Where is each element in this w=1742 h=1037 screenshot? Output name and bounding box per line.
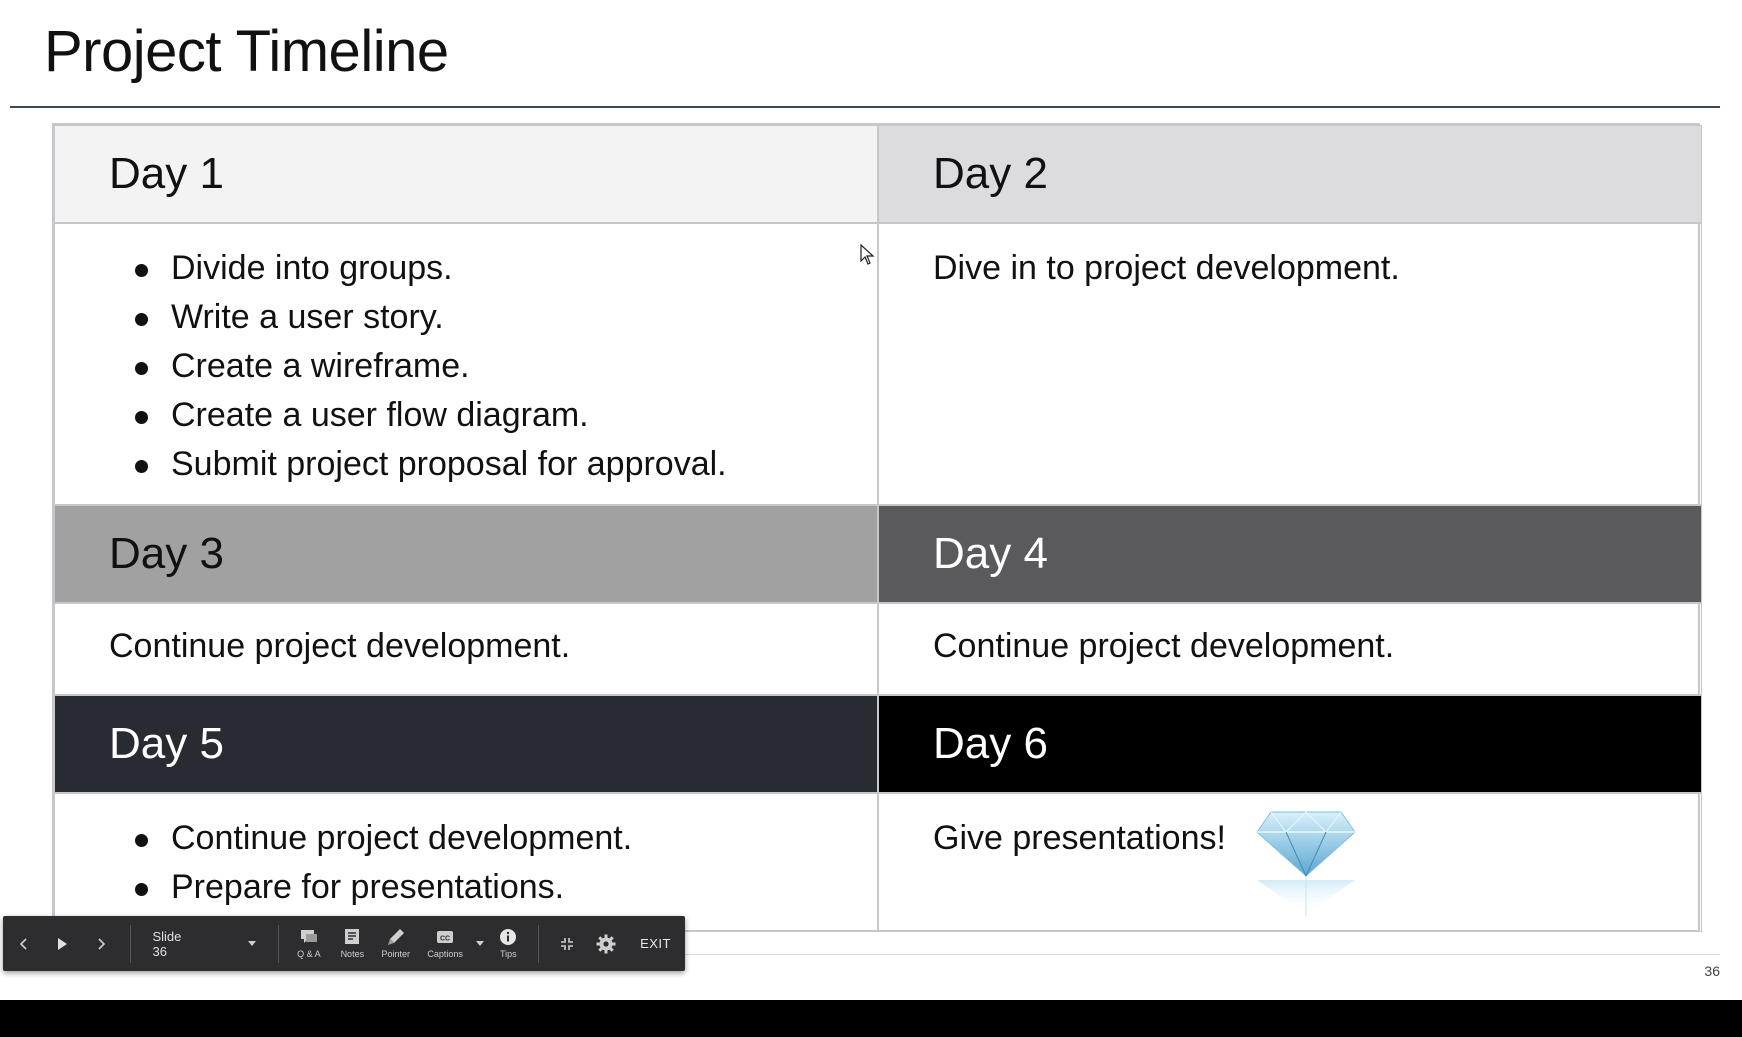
list-item: Create a user flow diagram.: [135, 391, 877, 440]
day-1-heading: Day 1: [109, 149, 224, 198]
title-divider: [10, 106, 1720, 108]
list-item: Continue project development.: [135, 814, 877, 863]
day-5-bullet-list: Continue project development. Prepare fo…: [55, 794, 877, 912]
qa-label: Q & A: [297, 949, 321, 959]
day-5-body: Continue project development. Prepare fo…: [54, 793, 878, 932]
day-4-header: Day 4: [878, 505, 1702, 603]
day-6-heading: Day 6: [933, 719, 1048, 768]
day-1-body: Divide into groups. Write a user story. …: [54, 223, 878, 505]
notes-label: Notes: [340, 949, 365, 959]
tips-button[interactable]: Tips: [487, 916, 530, 971]
toolbar-separator: [538, 924, 540, 963]
previous-slide-button[interactable]: [3, 916, 43, 971]
presenter-toolbar: Slide 36 Q & A Notes Pointer CC Captions…: [3, 916, 685, 971]
info-icon: [500, 929, 517, 945]
exit-button[interactable]: EXIT: [626, 916, 685, 971]
captions-icon: CC: [437, 931, 454, 943]
play-icon: [58, 937, 68, 950]
svg-text:CC: CC: [440, 936, 450, 943]
chevron-left-icon: [19, 937, 27, 950]
slide-page-number: 36: [1704, 963, 1720, 979]
day-2-header: Day 2: [878, 125, 1702, 223]
list-item: Write a user story.: [135, 293, 877, 342]
tips-label: Tips: [500, 949, 517, 959]
laser-pointer-icon: [387, 929, 404, 945]
list-item: Create a wireframe.: [135, 342, 877, 391]
day-6-body: Give presentations!: [878, 793, 1702, 932]
day-1-bullet-list: Divide into groups. Write a user story. …: [55, 224, 877, 489]
collapse-icon: [560, 937, 573, 950]
chat-bubble-icon: [300, 930, 317, 943]
chevron-down-icon: [475, 941, 484, 946]
captions-button[interactable]: CC Captions: [418, 916, 473, 971]
letterbox-bar: [0, 1000, 1742, 1037]
day-6-header: Day 6: [878, 695, 1702, 793]
diamond-icon: [1256, 811, 1356, 916]
day-1-header: Day 1: [54, 125, 878, 223]
gear-icon: [596, 934, 616, 953]
qa-button[interactable]: Q & A: [287, 916, 330, 971]
day-5-header: Day 5: [54, 695, 878, 793]
pointer-label: Pointer: [381, 949, 411, 959]
day-2-heading: Day 2: [933, 149, 1048, 198]
day-3-text: Continue project development.: [109, 627, 571, 665]
slide-selector-label: Slide 36: [152, 928, 182, 959]
chevron-down-icon: [248, 941, 257, 946]
list-item: Prepare for presentations.: [135, 863, 877, 912]
day-4-heading: Day 4: [933, 529, 1048, 578]
list-item: Submit project proposal for approval.: [135, 440, 877, 489]
notes-button[interactable]: Notes: [331, 916, 374, 971]
play-button[interactable]: [43, 916, 83, 971]
slide-selector-dropdown[interactable]: Slide 36: [138, 916, 270, 971]
day-2-body: Dive in to project development.: [878, 223, 1702, 505]
captions-label: Captions: [427, 949, 463, 959]
slide-canvas: Project Timeline Day 1 Day 2 Divide into…: [0, 0, 1742, 1000]
mouse-cursor-icon: [860, 244, 875, 265]
day-5-heading: Day 5: [109, 719, 224, 768]
list-item: Divide into groups.: [135, 244, 877, 293]
toolbar-separator: [129, 924, 131, 963]
day-3-heading: Day 3: [109, 529, 224, 578]
day-4-body: Continue project development.: [878, 603, 1702, 695]
captions-options-dropdown[interactable]: [473, 916, 487, 971]
day-2-text: Dive in to project development.: [933, 249, 1400, 287]
toolbar-separator: [278, 924, 280, 963]
slide-title: Project Timeline: [44, 19, 449, 84]
day-3-body: Continue project development.: [54, 603, 878, 695]
next-slide-button[interactable]: [82, 916, 122, 971]
pointer-button[interactable]: Pointer: [374, 916, 417, 971]
chevron-right-icon: [98, 937, 105, 950]
notes-icon: [345, 929, 360, 944]
day-4-text: Continue project development.: [933, 627, 1395, 665]
exit-fullscreen-button[interactable]: [547, 916, 587, 971]
day-3-header: Day 3: [54, 505, 878, 603]
settings-button[interactable]: [587, 916, 627, 971]
timeline-table: Day 1 Day 2 Divide into groups. Write a …: [52, 123, 1702, 932]
